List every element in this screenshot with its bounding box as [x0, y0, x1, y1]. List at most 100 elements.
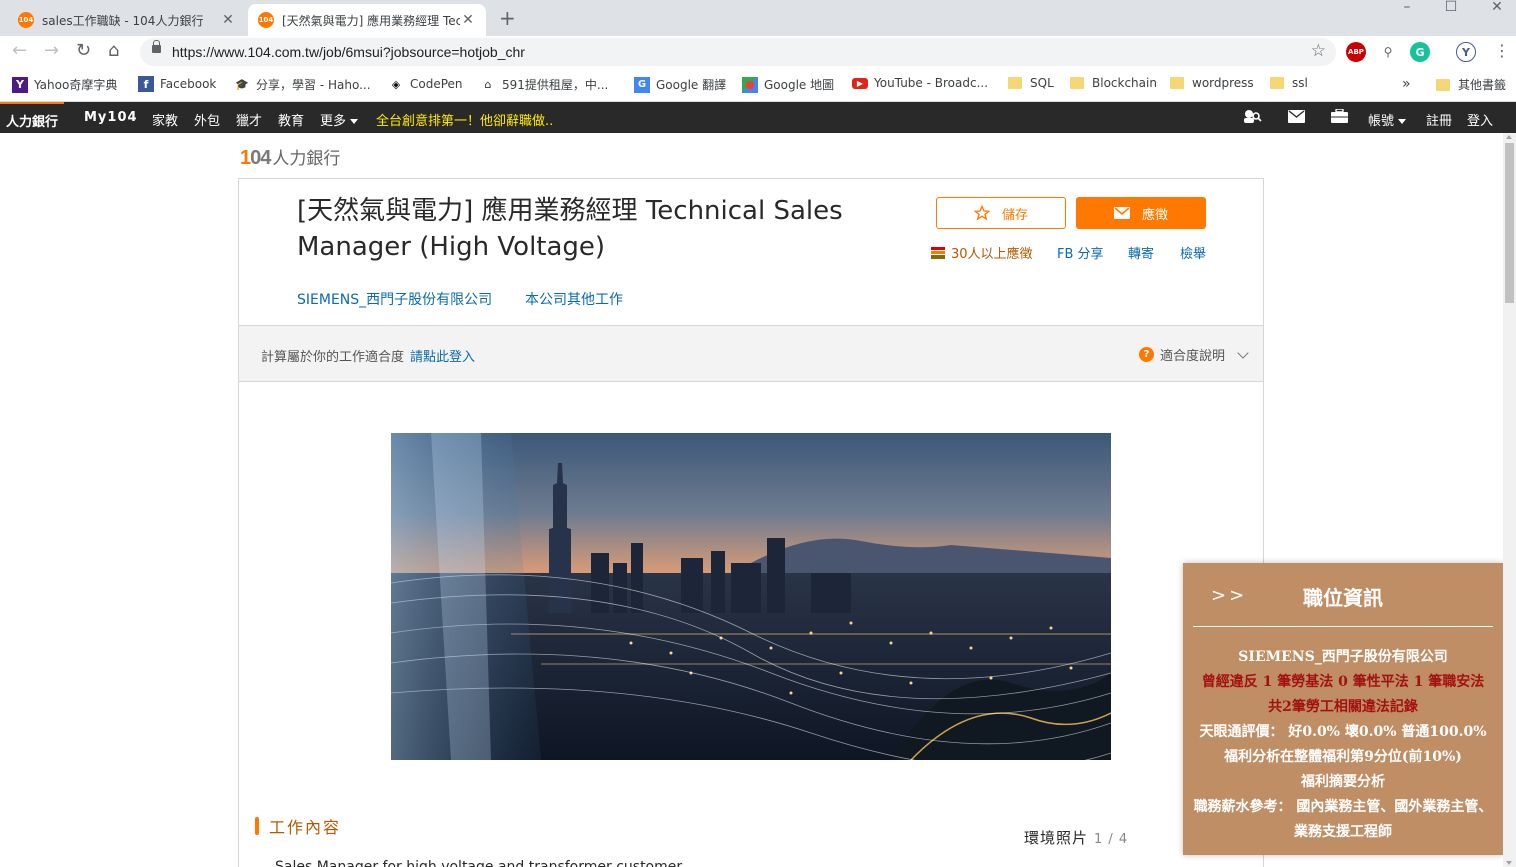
forward-icon[interactable]: → [44, 40, 59, 61]
page-scrollbar[interactable] [1503, 133, 1516, 867]
other-jobs-link[interactable]: 本公司其他工作 [525, 289, 623, 309]
job-description-text: Sales Manager for high voltage and trans… [275, 859, 683, 867]
url-text[interactable]: https://www.104.com.tw/job/6msui?jobsour… [172, 44, 525, 60]
mail-icon[interactable] [1288, 110, 1305, 127]
google-translate-icon: G [634, 76, 650, 93]
profile-avatar[interactable]: Y [1456, 42, 1476, 62]
photo-counter: 1 / 4 [1094, 832, 1129, 847]
nav-item-my104[interactable]: My104 [84, 110, 138, 125]
bookmarks-overflow-button[interactable]: » [1402, 76, 1411, 92]
home-icon[interactable]: ⌂ [108, 40, 119, 61]
nav-login-link[interactable]: 登入 [1467, 110, 1493, 129]
bookmark-star-icon[interactable]: ☆ [1311, 41, 1326, 61]
bookmark-youtube[interactable]: ▶ YouTube - Broadc... [852, 76, 988, 90]
close-tab-icon[interactable]: ✕ [220, 12, 236, 28]
codepen-icon: ◈ [391, 77, 401, 91]
bookmark-codepen[interactable]: ◈ CodePen [388, 76, 463, 92]
apply-button[interactable]: 應徵 [1076, 197, 1206, 229]
tab-title: sales工作職缺 - 104人力銀行 [42, 13, 204, 28]
adblock-extension-icon[interactable]: ABP [1346, 42, 1366, 62]
reload-icon[interactable]: ↻ [76, 40, 91, 61]
bookmark-folder-ssl[interactable]: ssl [1270, 76, 1308, 90]
house-icon: ⌂ [484, 78, 492, 91]
scroll-down-arrow-icon[interactable] [1506, 861, 1512, 865]
panel-welfare-rank: 福利分析在整體福利第9分位(前10%) [1224, 749, 1462, 765]
chevron-down-icon [1237, 346, 1249, 359]
maximize-icon[interactable]: ☐ [1428, 0, 1474, 14]
close-window-icon[interactable]: ✕ [1474, 0, 1516, 14]
graduation-cap-icon: 🎓 [235, 78, 249, 91]
bookmark-hahow[interactable]: 🎓 分享，學習 - Haho... [234, 76, 370, 93]
dictionary-extension-icon[interactable]: ⚲ [1378, 42, 1398, 62]
bookmark-label: ssl [1292, 76, 1308, 90]
bookmark-591[interactable]: ⌂ 591提供租屋，中... [480, 76, 609, 93]
panel-content: SIEMENS_西門子股份有限公司 曾經違反 1 筆勞基法 0 筆性平法 1 筆… [1193, 645, 1493, 845]
scrollbar-thumb[interactable] [1505, 143, 1514, 303]
nav-brand-link[interactable]: 人力銀行 [0, 102, 65, 133]
job-card: [天然氣與電力] 應用業務經理 Technical Sales Manager … [238, 178, 1264, 867]
nav-account-menu[interactable]: 帳號 [1368, 110, 1407, 129]
job-content-title: 工作內容 [269, 818, 342, 837]
other-bookmarks-folder[interactable]: 其他書籤 [1436, 76, 1506, 93]
question-mark-icon: ? [1138, 347, 1154, 362]
scroll-up-arrow-icon[interactable] [1506, 135, 1512, 139]
bookmark-folder-blockchain[interactable]: Blockchain [1070, 76, 1157, 90]
nav-item-outsourcing[interactable]: 外包 [194, 110, 220, 129]
new-tab-icon[interactable]: + [499, 6, 516, 30]
youtube-icon: ▶ [852, 77, 868, 89]
back-icon[interactable]: ← [12, 40, 27, 61]
bookmark-folder-wordpress[interactable]: wordpress [1170, 76, 1254, 90]
panel-company[interactable]: SIEMENS_西門子股份有限公司 [1193, 645, 1493, 670]
browser-tab-active[interactable]: 104 [天然氣與電力] 應用業務經理 Technical Sales Mana… [248, 4, 486, 36]
nav-item-education[interactable]: 教育 [278, 110, 304, 129]
nav-item-more[interactable]: 更多 [320, 110, 359, 129]
company-cover-image [391, 433, 1111, 760]
envelope-icon [1113, 207, 1130, 219]
bookmarks-bar: Y Yahoo奇摩字典 f Facebook 🎓 分享，學習 - Haho...… [0, 68, 1516, 102]
panel-rating: 天眼通評價： 好0.0% 壞0.0% 普通100.0% [1199, 724, 1487, 740]
applicant-count[interactable]: 30人以上應徵 [931, 243, 1033, 262]
fb-share-link[interactable]: FB 分享 [1057, 243, 1104, 262]
minimize-icon[interactable]: – [1384, 0, 1430, 14]
briefcase-icon[interactable] [1331, 108, 1348, 127]
close-tab-icon[interactable]: ✕ [460, 12, 476, 28]
browser-tab[interactable]: 104 sales工作職缺 - 104人力銀行 ✕ [8, 4, 246, 36]
nav-item-headhunting[interactable]: 獵才 [236, 110, 262, 129]
apply-label: 應徵 [1141, 207, 1168, 223]
nav-register-link[interactable]: 註冊 [1426, 110, 1452, 129]
logo-number: 110404 [240, 147, 271, 169]
bookmark-google-maps[interactable]: ● Google 地圖 [742, 76, 834, 93]
fitness-login-link[interactable]: 請點此登入 [410, 350, 475, 365]
bookmark-label: YouTube - Broadc... [874, 76, 989, 90]
chrome-menu-icon[interactable]: ⋮ [1494, 41, 1510, 60]
forward-link[interactable]: 轉寄 [1128, 243, 1154, 262]
company-link[interactable]: SIEMENS_西門子股份有限公司 [297, 289, 492, 309]
job-content-heading: 工作內容 [255, 814, 341, 838]
search-person-icon[interactable] [1242, 108, 1262, 128]
account-label: 帳號 [1368, 114, 1395, 129]
bookmark-label: Blockchain [1092, 76, 1157, 90]
104-favicon-icon: 104 [18, 12, 34, 28]
star-icon [973, 205, 990, 221]
address-bar[interactable]: https://www.104.com.tw/job/6msui?jobsour… [140, 38, 1336, 66]
save-job-button[interactable]: 儲存 [936, 197, 1066, 229]
panel-collapse-button[interactable]: >> [1211, 585, 1247, 606]
nav-item-tutor[interactable]: 家教 [152, 110, 178, 129]
panel-divider [1193, 626, 1493, 627]
nav-more-label: 更多 [320, 114, 347, 129]
fitness-help-toggle[interactable]: ? 適合度說明 [1138, 345, 1249, 364]
caret-down-icon [350, 119, 359, 124]
report-link[interactable]: 檢舉 [1180, 243, 1206, 262]
panel-welfare-summary[interactable]: 福利摘要分析 [1193, 770, 1493, 795]
bookmark-facebook[interactable]: f Facebook [138, 76, 216, 92]
grammarly-extension-icon[interactable]: G [1410, 42, 1430, 62]
panel-salary-reference: 職務薪水參考： 國內業務主管、國外業務主管、業務支援工程師 [1193, 799, 1493, 840]
bookmark-folder-sql[interactable]: SQL [1008, 76, 1054, 90]
applicant-bars-icon [931, 247, 945, 259]
site-logo[interactable]: 110404 人力銀行 [240, 144, 340, 170]
nav-promo-link[interactable]: 全台創意排第一！他卻辭職做.. [376, 110, 553, 129]
104-favicon-icon: 104 [258, 12, 274, 28]
panel-violations-total: 共2筆勞工相關違法記錄 [1268, 699, 1418, 715]
bookmark-google-translate[interactable]: G Google 翻譯 [634, 76, 726, 93]
bookmark-yahoo[interactable]: Y Yahoo奇摩字典 [12, 76, 117, 93]
